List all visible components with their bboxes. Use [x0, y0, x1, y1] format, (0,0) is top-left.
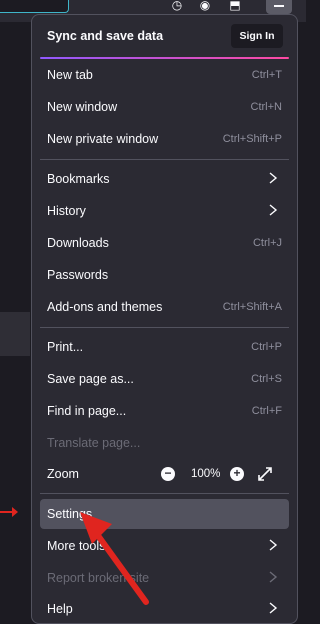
menu-item-shortcut: Ctrl+P	[251, 341, 282, 353]
menu-item-label: Help	[47, 602, 73, 616]
account-icon[interactable]: ◉	[196, 0, 214, 11]
menu-item-label: New window	[47, 100, 118, 114]
app-menu-button[interactable]	[266, 0, 292, 14]
url-bar-fragment[interactable]	[0, 0, 69, 13]
sync-label: Sync and save data	[47, 29, 164, 43]
menu-item-shortcut: Ctrl+J	[252, 237, 282, 249]
menu-item-label: Save page as...	[47, 372, 134, 386]
zoom-reset-button[interactable]: 100%	[191, 468, 220, 480]
chevron-right-icon	[269, 172, 278, 184]
chevron-right-icon	[269, 571, 278, 583]
sync-row[interactable]: Sync and save data Sign In	[40, 21, 289, 53]
menu-item-find-in-page[interactable]: Find in page... Ctrl+F	[40, 397, 289, 425]
fullscreen-icon[interactable]	[257, 466, 273, 482]
menu-item-new-private-window[interactable]: New private window Ctrl+Shift+P	[40, 125, 289, 153]
menu-item-bookmarks[interactable]: Bookmarks	[40, 165, 289, 193]
menu-item-shortcut: Ctrl+T	[251, 69, 282, 81]
zoom-controls: − 100% +	[161, 465, 279, 483]
menu-item-new-window[interactable]: New window Ctrl+N	[40, 93, 289, 121]
menu-item-new-tab[interactable]: New tab Ctrl+T	[40, 61, 289, 89]
menu-item-zoom: Zoom − 100% +	[40, 460, 289, 488]
menu-item-history[interactable]: History	[40, 197, 289, 225]
menu-item-label: Downloads	[47, 236, 109, 250]
menu-item-shortcut: Ctrl+S	[251, 373, 282, 385]
menu-item-label: History	[47, 204, 86, 218]
menu-item-label: New tab	[47, 68, 93, 82]
history-icon[interactable]: ◷	[168, 0, 186, 11]
menu-item-print[interactable]: Print... Ctrl+P	[40, 333, 289, 361]
menu-item-label: Print...	[47, 340, 84, 354]
menu-item-label: Translate page...	[47, 436, 141, 450]
annotation-arrow	[80, 512, 149, 605]
menu-item-save-page[interactable]: Save page as... Ctrl+S	[40, 365, 289, 393]
menu-separator	[40, 159, 289, 160]
zoom-out-button[interactable]: −	[161, 467, 175, 481]
menu-item-downloads[interactable]: Downloads Ctrl+J	[40, 229, 289, 257]
zoom-in-button[interactable]: +	[230, 467, 244, 481]
menu-item-translate-page: Translate page...	[40, 429, 289, 457]
chevron-right-icon	[269, 602, 278, 614]
menu-item-label: Bookmarks	[47, 172, 110, 186]
menu-item-passwords[interactable]: Passwords	[40, 261, 289, 289]
menu-item-shortcut: Ctrl+Shift+A	[222, 301, 282, 313]
chevron-right-icon	[269, 539, 278, 551]
menu-item-shortcut: Ctrl+N	[250, 101, 282, 113]
annotation-arrow-left	[0, 507, 18, 517]
menu-item-shortcut: Ctrl+F	[251, 405, 282, 417]
menu-item-label: Find in page...	[47, 404, 127, 418]
sign-in-button[interactable]: Sign In	[231, 24, 283, 48]
extensions-icon[interactable]: ⬒	[226, 0, 244, 11]
menu-item-shortcut: Ctrl+Shift+P	[222, 133, 282, 145]
page-content-fragment	[0, 312, 30, 356]
menu-item-addons-themes[interactable]: Add-ons and themes Ctrl+Shift+A	[40, 293, 289, 321]
menu-item-label: New private window	[47, 132, 159, 146]
zoom-label: Zoom	[47, 467, 79, 481]
menu-separator	[40, 493, 289, 494]
sync-accent-line	[40, 57, 289, 59]
menu-separator	[40, 327, 289, 328]
menu-item-label: Add-ons and themes	[47, 300, 163, 314]
menu-item-label: Passwords	[47, 268, 109, 282]
chevron-right-icon	[269, 204, 278, 216]
